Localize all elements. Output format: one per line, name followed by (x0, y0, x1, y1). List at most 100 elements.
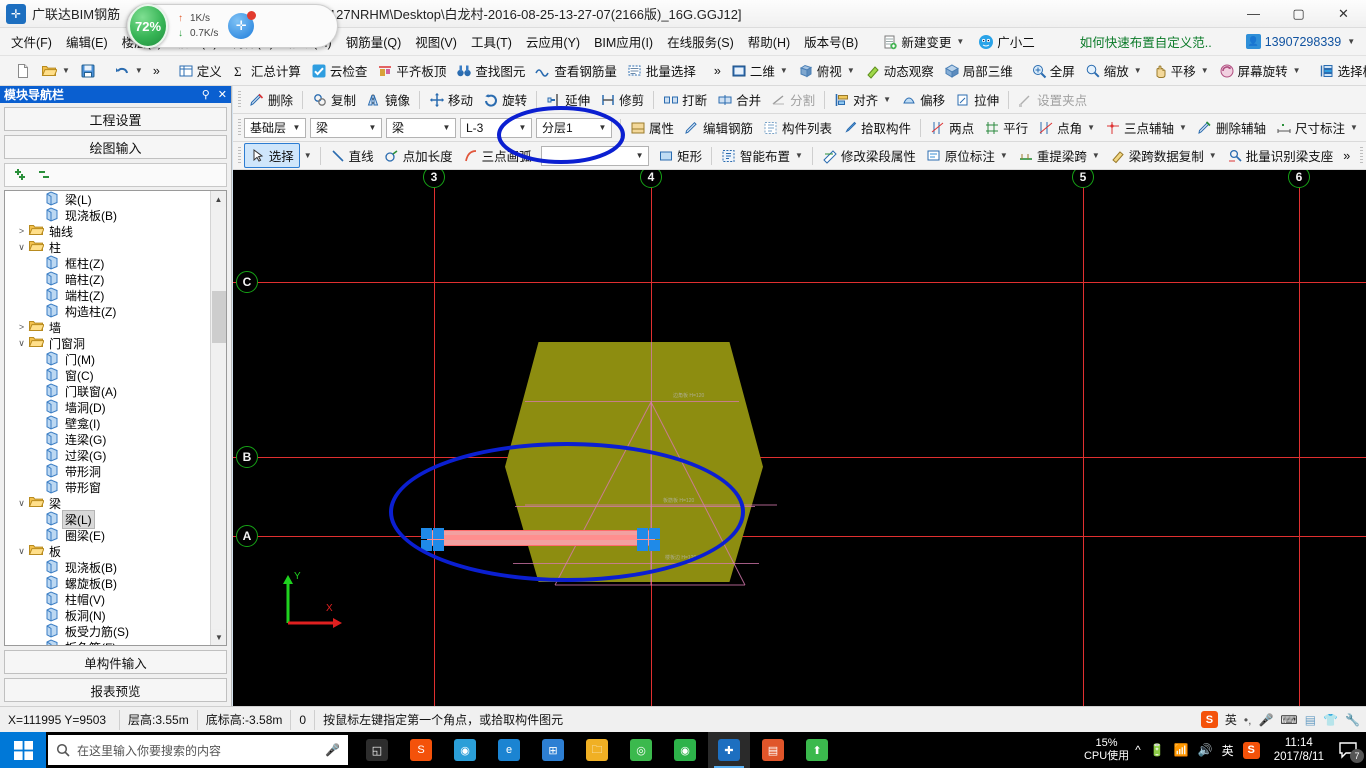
app-explorer-icon[interactable]: 🗀 (576, 732, 618, 768)
axis-tag-5[interactable]: 5 (1072, 170, 1094, 188)
toolbar-grip[interactable] (238, 90, 241, 109)
delete-button[interactable]: 删除 (244, 88, 298, 111)
local-3d-button[interactable]: 局部三维 (939, 59, 1018, 82)
menu-item-help[interactable]: 帮助(H) (741, 29, 797, 54)
app-store-icon[interactable]: ⊞ (532, 732, 574, 768)
rotate-button[interactable]: 旋转 (478, 88, 532, 111)
delete-aux-axis-button[interactable]: 删除辅轴 (1192, 116, 1271, 139)
menu-item-online-service[interactable]: 在线服务(S) (660, 29, 741, 54)
new-change-button[interactable]: 新建变更 ▼ (875, 29, 971, 54)
security-suite-icon[interactable]: ✛ (228, 11, 257, 39)
tree-item[interactable]: 墙洞(D) (5, 398, 210, 415)
point-angle-axis-button[interactable]: 点角 ▼ (1033, 116, 1100, 139)
chevron-right-icon[interactable]: > (15, 322, 28, 332)
settings-wrench-icon[interactable]: 🔧 (1345, 713, 1360, 727)
toolbar-overflow-left[interactable]: » (148, 62, 165, 80)
beam-span-data-copy-button[interactable]: 梁跨数据复制 ▼ (1105, 144, 1222, 167)
memory-usage-orb[interactable]: 72% (128, 4, 168, 48)
batch-identify-beam-support-button[interactable]: 批量识别梁支座 (1222, 144, 1339, 167)
keyboard-icon[interactable]: ⌨ (1280, 713, 1297, 727)
taskbar-clock[interactable]: 11:14 2017/8/11 (1266, 736, 1332, 764)
tree-item[interactable]: 连梁(G) (5, 430, 210, 447)
axis-tag-C[interactable]: C (236, 271, 258, 293)
smart-layout-button[interactable]: 智能布置 ▼ (716, 144, 808, 167)
find-element-button[interactable]: 查找图元 (451, 59, 530, 82)
component-name-combo[interactable]: L-3 ▼ (460, 117, 532, 138)
tray-expand-icon[interactable]: ^ (1135, 743, 1141, 757)
tree-item[interactable]: 带形洞 (5, 462, 210, 479)
fullscreen-button[interactable]: 全屏 (1026, 59, 1080, 82)
tree-item[interactable]: 门(M) (5, 350, 210, 367)
copy-button[interactable]: 复制 (307, 88, 361, 111)
chevron-right-icon[interactable]: > (15, 226, 28, 236)
chevron-down-icon[interactable]: ▼ (304, 151, 312, 160)
pan-button[interactable]: 平移 ▼ (1147, 59, 1214, 82)
cortana-mic-icon[interactable]: 🎤 (325, 743, 340, 757)
tree-item[interactable]: 梁(L) (5, 191, 210, 207)
menu-item-view[interactable]: 视图(V) (408, 29, 464, 54)
user-nick-button[interactable]: 广小二 (971, 29, 1042, 54)
tree-item[interactable]: 板负筋(F) (5, 638, 210, 645)
menu-item-edit[interactable]: 编辑(E) (59, 29, 115, 54)
volume-icon[interactable]: 🔊 (1198, 743, 1213, 757)
tree-item[interactable]: 梁(L) (5, 509, 210, 529)
tree-item[interactable]: ∨ 梁 (5, 495, 210, 511)
ime-language-label[interactable]: 英 (1225, 711, 1237, 728)
tree-item[interactable]: 框柱(Z) (5, 254, 210, 271)
tree-item[interactable]: 现浇板(B) (5, 558, 210, 575)
view-rebar-qty-button[interactable]: 查看钢筋量 (530, 59, 622, 82)
drawing-canvas[interactable]: 3 4 5 6 C B A 边角板 H=120 板筋板 H=120 楼板边 H=… (233, 170, 1366, 706)
tray-ime-label[interactable]: 英 (1222, 742, 1234, 759)
promo-link[interactable]: 如何快速布置自定义范.. (1080, 32, 1212, 51)
tree-item[interactable]: 柱帽(V) (5, 590, 210, 607)
app-chrome-icon[interactable]: ◎ (620, 732, 662, 768)
tree-item[interactable]: ∨ 板 (5, 543, 210, 559)
menu-item-version[interactable]: 版本号(B) (797, 29, 865, 54)
sogou-ime-icon[interactable]: S (1200, 711, 1218, 728)
edit-rebar-button[interactable]: 编辑钢筋 (679, 116, 758, 139)
tree-item[interactable]: 板受力筋(S) (5, 622, 210, 639)
single-element-input-button[interactable]: 单构件输入 (4, 650, 227, 674)
select-floor-button[interactable]: 选择楼层 (1314, 59, 1366, 82)
project-settings-button[interactable]: 工程设置 (4, 107, 227, 131)
rectangle-tool-button[interactable]: 矩形 (653, 144, 707, 167)
open-file-button[interactable]: ▼ (36, 61, 75, 81)
menu-item-file[interactable]: 文件(F) (4, 29, 59, 54)
tree-scrollbar[interactable]: ▲ ▼ (210, 191, 226, 645)
axis-tag-6[interactable]: 6 (1288, 170, 1310, 188)
menu-item-rebar-qty[interactable]: 钢筋量(Q) (339, 29, 409, 54)
tree-item[interactable]: 螺旋板(B) (5, 574, 210, 591)
menu-item-bim-app[interactable]: BIM应用(I) (587, 29, 660, 54)
two-point-axis-button[interactable]: 两点 (925, 116, 979, 139)
dimension-button[interactable]: 尺寸标注 ▼ (1271, 116, 1363, 139)
tree-item[interactable]: 过梁(G) (5, 446, 210, 463)
microphone-icon[interactable]: 🎤 (1258, 713, 1273, 727)
skin-icon[interactable]: 👕 (1323, 713, 1338, 727)
three-point-arc-button[interactable]: 三点画弧 (458, 144, 537, 167)
new-file-button[interactable] (10, 61, 36, 81)
layer-combo[interactable]: 分层1 ▼ (536, 117, 612, 138)
app-spinner-icon[interactable]: ◉ (444, 732, 486, 768)
properties-button[interactable]: 属性 (625, 116, 679, 139)
screen-rotate-button[interactable]: 屏幕旋转 ▼ (1214, 59, 1306, 82)
tree-item[interactable]: 端柱(Z) (5, 286, 210, 303)
tree-item[interactable]: ∨ 柱 (5, 239, 210, 255)
taskbar-search-input[interactable]: 在这里输入你要搜索的内容 🎤 (48, 735, 348, 765)
app-edge-icon[interactable]: e (488, 732, 530, 768)
split-button[interactable]: 分割 (766, 88, 820, 111)
in-situ-annotation-button[interactable]: 原位标注 ▼ (921, 144, 1013, 167)
close-button[interactable]: ✕ (1321, 0, 1366, 28)
break-button[interactable]: 打断 (658, 88, 712, 111)
point-plus-length-button[interactable]: 点加长度 (379, 144, 458, 167)
app-browser-icon[interactable]: ◉ (664, 732, 706, 768)
move-button[interactable]: 移动 (424, 88, 478, 111)
wifi-icon[interactable]: 📶 (1174, 743, 1189, 757)
minimize-button[interactable]: — (1231, 0, 1276, 28)
toolbar-grip[interactable] (238, 118, 241, 137)
component-category-combo[interactable]: 梁 ▼ (386, 117, 456, 138)
zoom-button[interactable]: 缩放 ▼ (1080, 59, 1147, 82)
network-speed-widget[interactable]: 72% ↑ 1K/s ↓ 0.7K/s ✛ (126, 4, 338, 48)
menu-item-cloud-app[interactable]: 云应用(Y) (519, 29, 587, 54)
scroll-down-icon[interactable]: ▼ (211, 629, 226, 645)
start-button[interactable] (0, 732, 46, 768)
